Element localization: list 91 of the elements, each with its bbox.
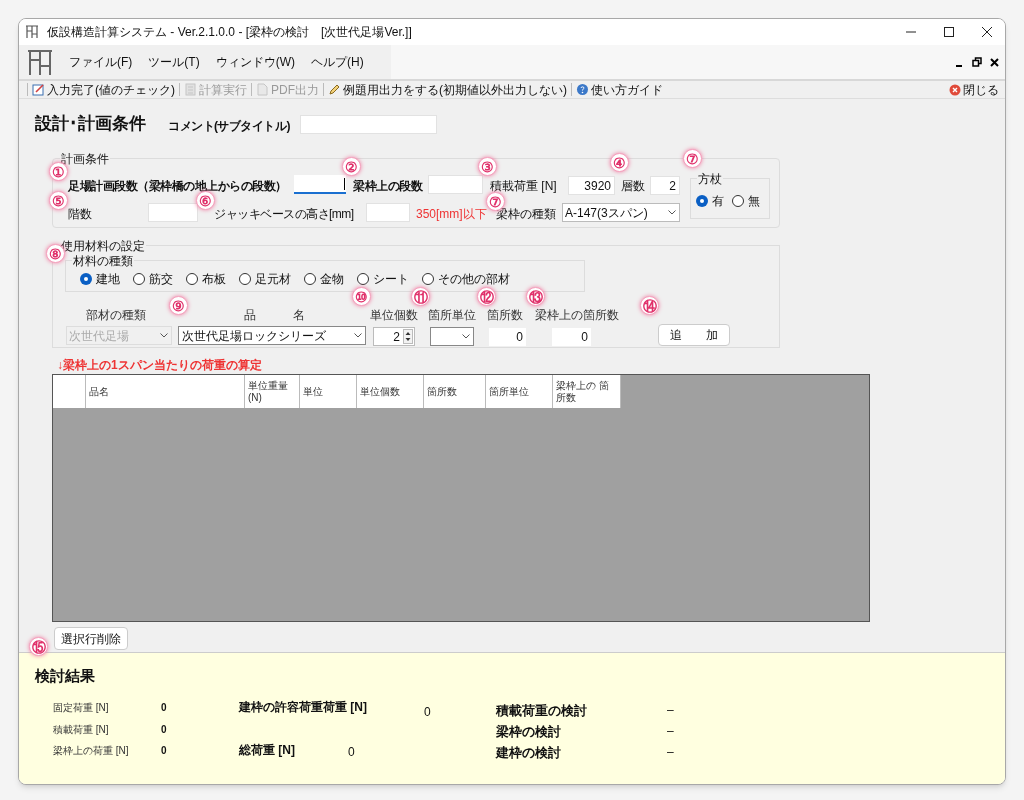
column-header[interactable]: 単位 xyxy=(300,375,357,408)
result-value: 0 xyxy=(161,744,167,758)
result-label: 固定荷重 [N] xyxy=(53,701,109,715)
chevron-icon xyxy=(462,334,470,339)
document-icon xyxy=(256,83,269,96)
limit-note: 350[mm]以下 xyxy=(416,206,487,223)
toolbar-button[interactable]: 例題用出力をする(初期値以外出力しない) xyxy=(328,81,567,98)
close-icon xyxy=(949,83,961,96)
check-value: – xyxy=(667,702,674,719)
menu-item[interactable]: ファイル(F) xyxy=(61,50,141,74)
scaffold-logo-icon xyxy=(27,48,53,76)
group-title: 材料の種類 xyxy=(72,252,134,270)
chevron-icon xyxy=(354,333,362,338)
field-label: 層数 xyxy=(621,178,645,195)
add-button[interactable]: 追 加 xyxy=(658,324,730,346)
calculator-icon xyxy=(184,83,197,96)
radio-button[interactable]: 足元材 xyxy=(239,270,291,288)
dropdown[interactable]: A-147(3スパン) xyxy=(562,203,680,222)
close-icon[interactable] xyxy=(981,26,993,38)
result-label: 積載荷重 [N] xyxy=(53,723,109,737)
result-value: 0 xyxy=(161,723,167,737)
column-header[interactable]: 単位個数 xyxy=(357,375,424,408)
close-button[interactable]: 閉じる xyxy=(949,81,999,98)
radio-button[interactable]: 無 xyxy=(732,192,760,210)
menu-item[interactable]: ツール(T) xyxy=(140,50,208,74)
column-header[interactable]: 単位重量 (N) xyxy=(245,375,300,408)
column-header[interactable]: 箇所単位 xyxy=(486,375,553,408)
check-label: 梁枠の検討 xyxy=(496,723,561,741)
column-header[interactable]: 箇所数 xyxy=(424,375,486,408)
radio-button[interactable]: 金物 xyxy=(304,270,344,288)
field-label: 階数 xyxy=(68,206,92,223)
column-label: 単位個数 xyxy=(370,307,418,324)
field-label: 積載荷重 [N] xyxy=(490,178,557,195)
result-label: 総荷重 [N] xyxy=(239,742,295,759)
column-header[interactable]: 品名 xyxy=(86,375,245,408)
delete-row-button[interactable]: 選択行削除 xyxy=(54,627,128,650)
toolbar-button[interactable]: 入力完了(値のチェック) xyxy=(32,81,175,98)
dropdown[interactable] xyxy=(430,327,474,346)
menu-item[interactable]: ヘルプ(H) xyxy=(303,50,372,74)
column-label: 名 xyxy=(293,307,305,324)
input-field[interactable]: 0 xyxy=(489,328,526,346)
spinner[interactable]: 2 xyxy=(373,327,415,346)
help-icon xyxy=(576,83,589,96)
check-label: 建枠の検討 xyxy=(496,744,561,762)
comment-input-field[interactable] xyxy=(300,115,437,134)
radio-button[interactable]: 有 xyxy=(696,192,724,210)
group-title: 計画条件 xyxy=(60,150,110,168)
column-header[interactable]: 梁枠上の 箇所数 xyxy=(553,375,621,408)
result-label: 梁枠上の荷重 [N] xyxy=(53,744,129,758)
radio-button[interactable]: 筋交 xyxy=(133,270,173,288)
input-field[interactable]: 2 xyxy=(650,176,680,195)
result-value: 0 xyxy=(161,701,167,715)
column-label: 箇所数 xyxy=(487,307,523,324)
check-label: 積載荷重の検討 xyxy=(496,702,587,720)
input-field[interactable]: 3920 xyxy=(568,176,615,195)
chevron-icon xyxy=(160,333,168,338)
radio-button[interactable]: その他の部材 xyxy=(422,270,510,288)
header-cell xyxy=(53,375,86,408)
column-label: 箇所単位 xyxy=(428,307,476,324)
restore-icon[interactable] xyxy=(972,57,982,67)
section-heading: 検討結果 xyxy=(35,666,95,686)
column-label: 部材の種類 xyxy=(86,307,146,324)
field-label: コメント(サブタイトル) xyxy=(168,118,290,135)
field-label: 梁枠上の段数 xyxy=(353,178,422,195)
check-value: – xyxy=(667,723,674,740)
radio-button[interactable]: 建地 xyxy=(80,270,120,288)
input-field[interactable] xyxy=(294,175,346,194)
section-heading: 設計･計画条件 xyxy=(35,113,146,135)
check-value: – xyxy=(667,744,674,761)
spinner-arrows-icon xyxy=(403,329,413,344)
window-title: 仮設構造計算システム - Ver.2.1.0.0 - [梁枠の検討 [次世代足場Ver.]] xyxy=(47,24,412,41)
result-value: 0 xyxy=(348,744,355,761)
radio-button[interactable]: 布板 xyxy=(186,270,226,288)
result-label: 建枠の許容荷重荷重 [N] xyxy=(239,699,367,716)
column-label: 品 xyxy=(244,307,256,324)
radio-button[interactable]: シート xyxy=(357,270,409,288)
dropdown[interactable]: 次世代足場ロックシリーズ xyxy=(178,326,366,345)
column-label: 梁枠上の箇所数 xyxy=(535,307,619,324)
chevron-icon xyxy=(668,210,676,215)
result-value: 0 xyxy=(424,704,431,721)
group-title: 方杖 xyxy=(697,170,723,188)
section-note: ↓梁枠上の1スパン当たりの荷重の算定 xyxy=(57,357,262,374)
pencil-icon xyxy=(328,83,341,96)
edit-check-icon xyxy=(32,83,45,96)
field-label: ジャッキベースの高さ[mm] xyxy=(214,206,354,223)
close-icon[interactable] xyxy=(990,57,999,67)
scaffold-icon xyxy=(25,25,39,39)
toolbar-button[interactable]: 使い方ガイド xyxy=(576,81,663,98)
maximize-icon[interactable] xyxy=(943,26,955,38)
input-field[interactable]: 0 xyxy=(552,328,591,346)
menu-item[interactable]: ウィンドウ(W) xyxy=(207,50,303,74)
